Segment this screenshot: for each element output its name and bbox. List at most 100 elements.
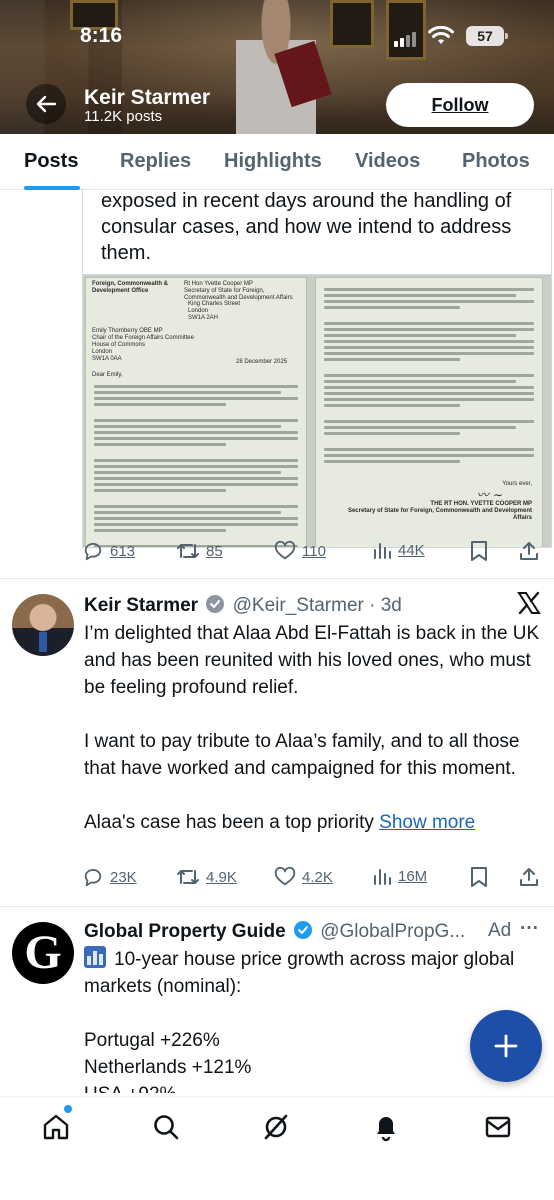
post-actions: 613 85 110 44K xyxy=(82,540,542,566)
bookmark-button[interactable] xyxy=(470,866,488,888)
bookmark-button[interactable] xyxy=(470,540,488,562)
repost-icon xyxy=(177,544,199,558)
tab-posts[interactable]: Posts xyxy=(24,150,78,173)
letter-page-1[interactable]: Foreign, Commonwealth & Development Offi… xyxy=(85,277,307,547)
nav-messages[interactable] xyxy=(480,1109,516,1145)
mail-icon xyxy=(485,1116,511,1138)
share-button[interactable] xyxy=(518,540,540,562)
post-text[interactable]: I’m delighted that Alaa Abd El-Fattah is… xyxy=(84,620,544,836)
views-button[interactable]: 16M xyxy=(372,866,427,886)
letter-signatory-title: Secretary of State for Foreign, Commonwe… xyxy=(347,508,532,521)
wifi-icon xyxy=(428,25,454,51)
advertiser-avatar[interactable]: G xyxy=(12,922,74,984)
letter-images[interactable]: Foreign, Commonwealth & Development Offi… xyxy=(83,274,551,547)
letter-closing: Yours ever, xyxy=(502,481,532,487)
bottom-navigation xyxy=(0,1096,554,1200)
ad-header: Global Property Guide @GlobalPropG... xyxy=(84,920,465,943)
plus-icon xyxy=(494,1034,518,1058)
analytics-icon xyxy=(374,543,391,559)
profile-tabs: Posts Replies Highlights Videos Photos xyxy=(0,134,554,190)
bell-icon xyxy=(377,1117,395,1142)
city-chart-icon xyxy=(84,946,106,968)
post-divider xyxy=(0,906,554,907)
search-icon xyxy=(154,1115,179,1140)
bookmark-icon xyxy=(471,541,487,561)
tab-photos[interactable]: Photos xyxy=(462,150,530,173)
share-icon xyxy=(520,868,538,886)
signal-icon xyxy=(394,32,416,47)
author-name[interactable]: Keir Starmer xyxy=(84,595,198,616)
like-button[interactable]: 4.2K xyxy=(274,866,333,888)
status-time: 8:16 xyxy=(80,24,123,47)
share-button[interactable] xyxy=(518,866,540,888)
back-button[interactable] xyxy=(26,84,66,124)
quoted-post[interactable]: exposed in recent days around the handli… xyxy=(82,188,552,548)
like-count: 4.2K xyxy=(302,868,333,886)
home-notification-dot xyxy=(64,1105,72,1113)
nav-grok[interactable] xyxy=(258,1109,294,1145)
reply-count: 613 xyxy=(110,542,136,560)
repost-count: 4.9K xyxy=(206,868,237,886)
share-icon xyxy=(520,542,538,560)
post-actions: 23K 4.9K 4.2K 16M xyxy=(82,866,542,892)
reply-button[interactable]: 613 xyxy=(82,540,135,562)
battery-indicator: 57 xyxy=(466,26,508,46)
nav-search[interactable] xyxy=(148,1109,184,1145)
post-header: Keir Starmer @Keir_Starmer · 3d xyxy=(84,594,402,617)
grok-icon xyxy=(264,1114,288,1140)
post-divider xyxy=(0,578,554,579)
ad-list-item: USA +92% xyxy=(84,1081,544,1093)
advertiser-handle[interactable]: @GlobalPropG... xyxy=(320,921,465,942)
author-handle[interactable]: @Keir_Starmer xyxy=(233,595,364,616)
letter-from: Rt Hon Yvette Cooper MP Secretary of Sta… xyxy=(184,281,293,301)
profile-name: Keir Starmer xyxy=(84,86,211,109)
post-time: · 3d xyxy=(369,595,402,616)
reply-button[interactable]: 23K xyxy=(82,866,137,888)
nav-notifications[interactable] xyxy=(368,1109,404,1145)
signature-mark: 〰 ∼ xyxy=(476,488,502,502)
repost-icon xyxy=(177,870,199,884)
letter-office: Foreign, Commonwealth & Development Offi… xyxy=(92,281,169,294)
letter-signatory: THE RT HON. YVETTE COOPER MP xyxy=(430,501,532,507)
ad-label: Ad xyxy=(488,920,512,941)
quoted-post-text: exposed in recent days around the handli… xyxy=(101,190,512,264)
bookmark-icon xyxy=(471,867,487,887)
tab-highlights[interactable]: Highlights xyxy=(224,150,322,173)
active-tab-indicator xyxy=(24,186,80,190)
nav-home[interactable] xyxy=(38,1105,74,1145)
verified-badge-icon xyxy=(206,595,225,613)
status-bar: 8:16 57 xyxy=(0,22,554,52)
verified-badge-icon xyxy=(293,921,312,939)
view-count: 16M xyxy=(398,867,428,885)
more-options-icon[interactable]: ··· xyxy=(520,918,539,940)
compose-button[interactable] xyxy=(470,1010,542,1082)
analytics-icon xyxy=(374,869,391,885)
home-icon xyxy=(43,1114,69,1140)
arrow-left-icon xyxy=(36,95,57,113)
repost-button[interactable]: 85 xyxy=(176,540,223,562)
tab-videos[interactable]: Videos xyxy=(355,150,420,173)
avatar[interactable] xyxy=(12,594,74,656)
tab-replies[interactable]: Replies xyxy=(120,150,191,173)
reply-icon xyxy=(84,542,102,561)
reply-icon xyxy=(84,868,102,887)
view-count: 44K xyxy=(398,541,425,559)
letter-salutation: Dear Emily, xyxy=(92,372,123,378)
letter-signature-block: Yours ever, 〰 ∼ THE RT HON. YVETTE COOPE… xyxy=(342,481,532,522)
ad-headline: 10-year house price growth across major … xyxy=(84,946,544,1000)
like-button[interactable]: 110 xyxy=(274,540,326,562)
post-paragraph: I’m delighted that Alaa Abd El-Fattah is… xyxy=(84,623,540,698)
views-button[interactable]: 44K xyxy=(372,540,425,560)
heart-icon xyxy=(274,540,296,560)
advertiser-name[interactable]: Global Property Guide xyxy=(84,921,286,942)
like-count: 110 xyxy=(302,542,326,560)
letter-page-2[interactable]: Yours ever, 〰 ∼ THE RT HON. YVETTE COOPE… xyxy=(315,277,543,547)
reply-count: 23K xyxy=(110,868,137,886)
heart-icon xyxy=(274,866,296,886)
repost-button[interactable]: 4.9K xyxy=(176,866,237,888)
x-logo-icon[interactable] xyxy=(516,590,542,621)
follow-button[interactable]: Follow xyxy=(386,83,534,127)
ad-text[interactable]: 10-year house price growth across major … xyxy=(84,946,544,1093)
advertiser-logo: G xyxy=(24,926,62,979)
show-more-link[interactable]: Show more xyxy=(379,812,475,833)
